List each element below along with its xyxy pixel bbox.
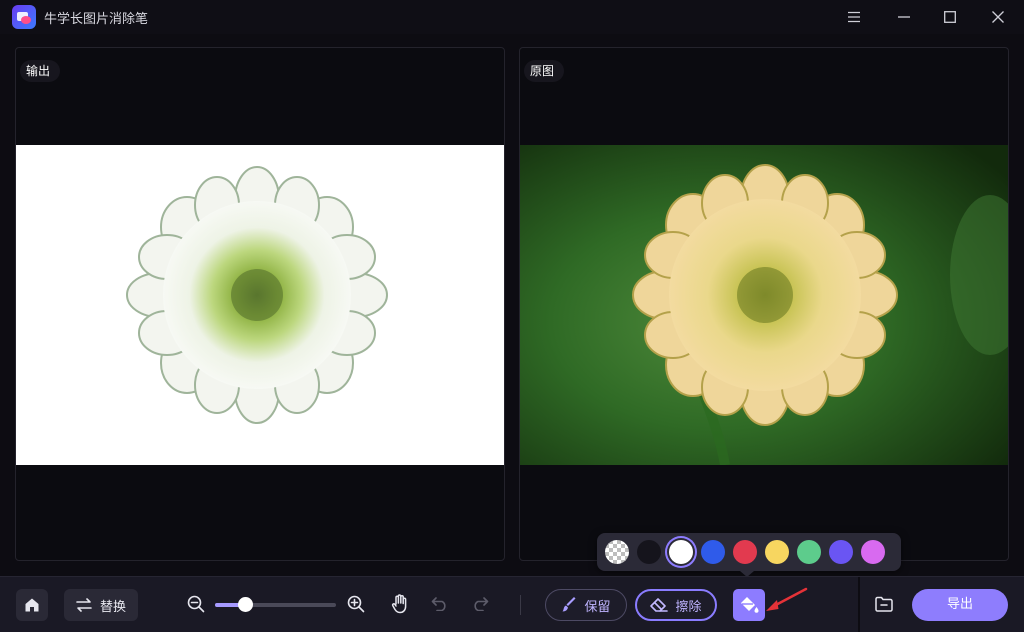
hand-icon (391, 594, 407, 614)
keep-label: 保留 (584, 599, 611, 615)
bottom-toolbar: 替换 保留 擦除 导出 (0, 576, 1024, 632)
swatch-green[interactable] (797, 540, 821, 564)
export-button[interactable]: 导出 (912, 589, 1008, 621)
original-label: 原图 (524, 60, 565, 82)
swatch-transparent[interactable] (605, 540, 629, 564)
app-title: 牛学长图片消除笔 (44, 12, 149, 27)
zoom-slider-thumb[interactable] (238, 597, 254, 612)
swatch-black[interactable] (637, 540, 661, 564)
output-label: 输出 (20, 60, 61, 82)
original-panel: 原图 (519, 47, 1009, 561)
original-image[interactable] (520, 145, 1008, 465)
minimize-icon (898, 16, 910, 18)
red-arrow-annotation (766, 587, 808, 611)
eraser-icon (650, 598, 669, 612)
redo-icon (474, 597, 489, 611)
replace-button[interactable]: 替换 (64, 589, 138, 621)
maximize-icon (944, 11, 956, 23)
paint-bucket-icon (741, 597, 759, 613)
swatch-white[interactable] (669, 540, 693, 564)
close-icon (992, 11, 1004, 23)
toolbar-separator (858, 577, 860, 632)
brush-icon (562, 597, 576, 612)
folder-icon (875, 596, 893, 612)
minimize-button[interactable] (881, 0, 927, 34)
home-icon (25, 598, 39, 612)
erase-label: 擦除 (675, 599, 702, 615)
swap-icon (76, 598, 92, 612)
menu-icon (848, 11, 860, 23)
zoom-slider[interactable] (215, 597, 336, 612)
zoom-in-button[interactable] (345, 593, 367, 615)
swatch-pink[interactable] (861, 540, 885, 564)
replace-label: 替换 (99, 599, 126, 615)
keep-button[interactable]: 保留 (545, 589, 627, 621)
menu-button[interactable] (831, 0, 877, 34)
erase-button[interactable]: 擦除 (635, 589, 717, 621)
toolbar-divider (520, 595, 521, 615)
output-image[interactable] (16, 145, 504, 465)
color-palette-popup (597, 533, 901, 577)
redo-button[interactable] (469, 593, 491, 615)
zoom-in-icon (347, 595, 365, 613)
maximize-button[interactable] (927, 0, 973, 34)
home-button[interactable] (16, 589, 48, 621)
swatch-red[interactable] (733, 540, 757, 564)
app-logo (12, 5, 36, 29)
hand-tool-button[interactable] (389, 593, 411, 615)
title-bar: 牛学长图片消除笔 (0, 0, 1024, 34)
zoom-out-button[interactable] (185, 593, 207, 615)
undo-icon (431, 597, 446, 611)
swatch-blue[interactable] (701, 540, 725, 564)
open-folder-button[interactable] (873, 593, 895, 615)
close-button[interactable] (975, 0, 1021, 34)
swatch-purple[interactable] (829, 540, 853, 564)
swatch-yellow[interactable] (765, 540, 789, 564)
output-panel: 输出 (15, 47, 505, 561)
zoom-out-icon (187, 595, 205, 613)
undo-button[interactable] (429, 593, 451, 615)
fill-bucket-button[interactable] (733, 589, 765, 621)
